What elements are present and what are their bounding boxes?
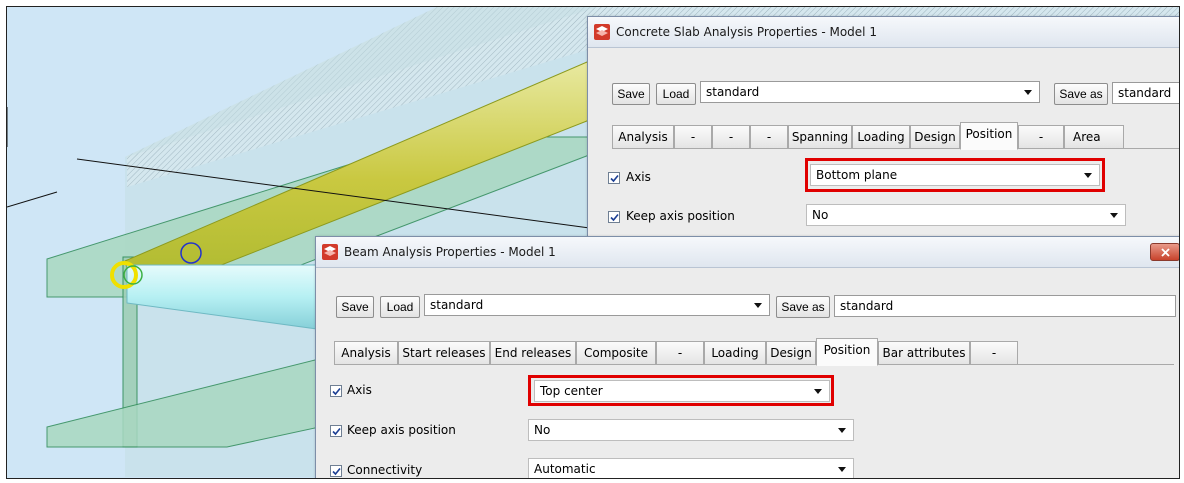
slab-preset-select[interactable]: standard <box>700 81 1040 103</box>
slab-keep-axis-value: No <box>812 208 829 222</box>
slab-load-button[interactable]: Load <box>656 83 696 105</box>
beam-save-button[interactable]: Save <box>336 296 374 318</box>
beam-axis-select[interactable]: Top center <box>534 380 830 402</box>
tab-blank[interactable]: - <box>1018 125 1064 149</box>
beam-dialog-titlebar[interactable]: Beam Analysis Properties - Model 1 <box>316 237 1179 268</box>
tab-bar-attributes[interactable]: Bar attributes <box>878 341 970 365</box>
checkmark-icon <box>332 467 341 476</box>
tab-end-releases[interactable]: End releases <box>490 341 576 365</box>
chevron-down-icon <box>835 459 849 478</box>
beam-keep-axis-select[interactable]: No <box>528 419 854 441</box>
tab-analysis[interactable]: Analysis <box>612 125 674 149</box>
chevron-down-icon <box>1107 205 1121 225</box>
slab-save-button[interactable]: Save <box>612 83 650 105</box>
tab-design[interactable]: Design <box>766 341 816 365</box>
close-button[interactable] <box>1150 243 1179 261</box>
slab-axis-label: Axis <box>626 170 651 184</box>
tab-loading[interactable]: Loading <box>852 125 910 149</box>
slab-tabstrip: Analysis - - - Spanning Loading Design P… <box>612 122 1179 150</box>
tab-divider <box>612 148 1179 149</box>
chevron-down-icon <box>751 295 765 315</box>
beam-save-as-button[interactable]: Save as <box>776 296 830 318</box>
beam-load-button[interactable]: Load <box>380 296 420 318</box>
slab-keep-axis-checkbox[interactable] <box>608 211 620 223</box>
beam-analysis-dialog: Beam Analysis Properties - Model 1 Save … <box>315 236 1179 478</box>
tab-spanning[interactable]: Spanning <box>788 125 852 149</box>
tab-position[interactable]: Position <box>960 122 1018 150</box>
tab-start-releases[interactable]: Start releases <box>398 341 490 365</box>
beam-connectivity-checkbox[interactable] <box>330 465 342 477</box>
beam-axis-value: Top center <box>540 384 603 398</box>
beam-axis-label: Axis <box>347 383 372 397</box>
slab-keep-axis-select[interactable]: No <box>806 204 1126 226</box>
tab-position[interactable]: Position <box>816 338 878 366</box>
tab-design[interactable]: Design <box>910 125 960 149</box>
tab-composite[interactable]: Composite <box>576 341 656 365</box>
tab-analysis[interactable]: Analysis <box>334 341 398 365</box>
beam-connectivity-label: Connectivity <box>347 463 423 477</box>
checkmark-icon <box>332 427 341 436</box>
beam-preset-value: standard <box>430 298 484 312</box>
tab-blank[interactable]: - <box>674 125 712 149</box>
beam-keep-axis-label: Keep axis position <box>347 423 456 437</box>
tab-divider <box>334 364 1174 365</box>
slab-axis-select[interactable]: Bottom plane <box>810 164 1100 186</box>
tekla-app-icon <box>594 24 610 40</box>
chevron-down-icon <box>1021 82 1035 102</box>
checkmark-icon <box>332 387 341 396</box>
checkmark-icon <box>610 174 619 183</box>
slab-axis-checkbox[interactable] <box>608 172 620 184</box>
tab-blank[interactable]: - <box>750 125 788 149</box>
chevron-down-icon <box>1081 165 1095 185</box>
slab-dialog-title: Concrete Slab Analysis Properties - Mode… <box>616 25 877 39</box>
tab-area[interactable]: Area <box>1064 125 1124 149</box>
screenshot-frame: Concrete Slab Analysis Properties - Mode… <box>6 6 1180 479</box>
chevron-down-icon <box>835 420 849 440</box>
beam-save-as-field[interactable]: standard <box>834 295 1176 317</box>
slab-save-as-field[interactable]: standard <box>1112 82 1179 104</box>
slab-save-as-button[interactable]: Save as <box>1054 83 1108 105</box>
checkmark-icon <box>610 213 619 222</box>
tab-loading[interactable]: Loading <box>704 341 766 365</box>
beam-tabstrip: Analysis Start releases End releases Com… <box>334 338 1094 366</box>
construction-line <box>7 191 58 208</box>
beam-axis-checkbox[interactable] <box>330 385 342 397</box>
slab-preset-value: standard <box>706 85 760 99</box>
tab-blank[interactable]: - <box>712 125 750 149</box>
slab-analysis-dialog: Concrete Slab Analysis Properties - Mode… <box>587 16 1179 248</box>
tab-blank[interactable]: - <box>656 341 704 365</box>
slab-keep-axis-label: Keep axis position <box>626 209 735 223</box>
close-icon <box>1161 248 1170 257</box>
tekla-app-icon <box>322 244 338 260</box>
beam-connectivity-value: Automatic <box>534 462 596 476</box>
beam-dialog-title: Beam Analysis Properties - Model 1 <box>344 245 556 259</box>
beam-keep-axis-checkbox[interactable] <box>330 425 342 437</box>
beam-connectivity-select[interactable]: Automatic <box>528 458 854 478</box>
chevron-down-icon <box>811 381 825 401</box>
tab-blank[interactable]: - <box>970 341 1018 365</box>
slab-axis-value: Bottom plane <box>816 168 898 182</box>
slab-dialog-titlebar[interactable]: Concrete Slab Analysis Properties - Mode… <box>588 17 1179 48</box>
beam-keep-axis-value: No <box>534 423 551 437</box>
beam-preset-select[interactable]: standard <box>424 294 770 316</box>
